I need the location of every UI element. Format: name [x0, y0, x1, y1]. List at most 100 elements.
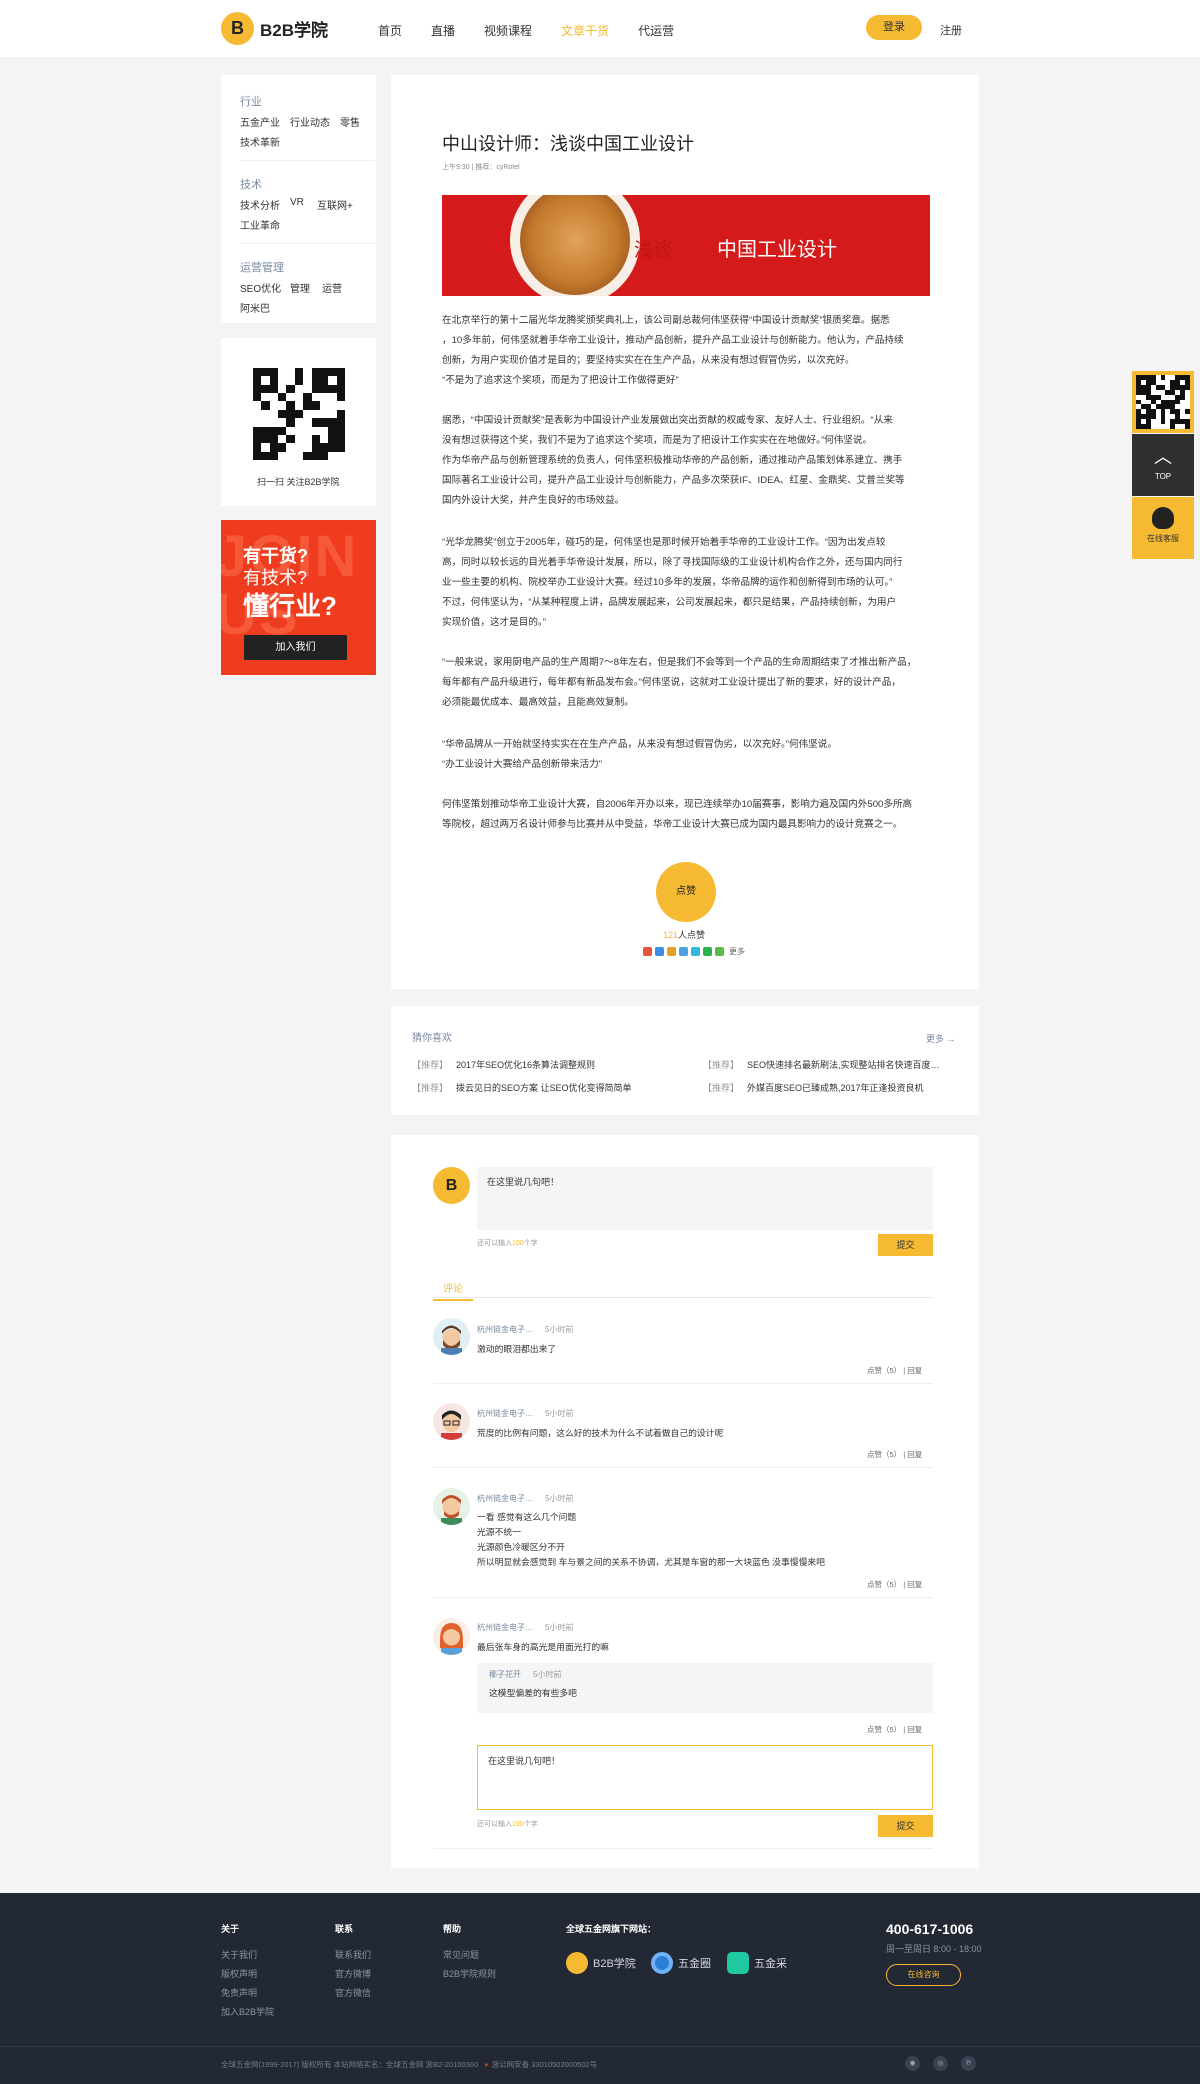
nav-video-courses[interactable]: 视频课程: [484, 22, 532, 39]
comment-author[interactable]: 杭州链金电子… 5小时前: [477, 1324, 573, 1335]
divider: [433, 1597, 933, 1598]
wechat-share-icon[interactable]: [703, 947, 712, 956]
footer-link[interactable]: B2B学院规则: [443, 1967, 496, 1980]
online-service-button[interactable]: 在线客服: [1132, 497, 1194, 559]
category-link[interactable]: 工业革命: [240, 217, 280, 232]
divider: [433, 1848, 933, 1849]
article-paragraph: 据悉，“中国设计贡献奖”是表彰为中国设计产业发展做出突出贡献的权威专家、友好人士…: [442, 415, 905, 506]
avatar-logo: B: [445, 1176, 458, 1194]
logo-text: B2B学院: [260, 21, 329, 40]
article-paragraph: “光华龙腾奖”创立于2005年，碰巧的是，何伟坚也是那时候开始着手华帝的工业设计…: [442, 537, 903, 628]
category-link[interactable]: 技术分析: [240, 197, 280, 212]
reply-input[interactable]: 在这里说几句吧！: [477, 1745, 933, 1810]
comment-actions[interactable]: 点赞（5） | 回复: [867, 1365, 922, 1376]
category-link[interactable]: VR: [290, 197, 304, 208]
category-link[interactable]: 互联网+: [317, 197, 353, 212]
like-button[interactable]: 点赞: [656, 862, 716, 922]
join-button[interactable]: 加入我们: [244, 635, 347, 660]
weibo-share-icon[interactable]: [655, 947, 664, 956]
share-bar: 更多: [643, 946, 745, 957]
footer-link[interactable]: 常见问题: [443, 1948, 479, 1961]
plus-share-icon[interactable]: [715, 947, 724, 956]
tencent-share-icon[interactable]: [667, 947, 676, 956]
footer-brand-wujincai[interactable]: 五金采: [727, 1952, 787, 1974]
footer-link[interactable]: 官方微信: [335, 1986, 371, 1999]
nav-home[interactable]: 首页: [378, 22, 402, 39]
footer-heading-help: 帮助: [443, 1924, 462, 1934]
footer-link[interactable]: 加入B2B学院: [221, 2005, 274, 2018]
site-logo[interactable]: B B2B学院: [221, 12, 328, 45]
guess-title: 猜你喜欢: [412, 1033, 452, 1044]
guess-item[interactable]: 【推荐】 外媒百度SEO已臻成熟,2017年正逢投资良机: [703, 1081, 924, 1094]
comment-actions[interactable]: 点赞（5） | 回复: [867, 1449, 922, 1460]
category-link[interactable]: 技术革新: [240, 134, 280, 149]
footer-link[interactable]: 关于我们: [221, 1948, 257, 1961]
weibo-icon[interactable]: ◎: [933, 2056, 948, 2071]
char-limit-hint: 还可以输入100个字: [477, 1821, 538, 1828]
guess-item[interactable]: 【推荐】 2017年SEO优化16条算法调整规则: [412, 1058, 595, 1071]
avatar-face-icon: [441, 1495, 462, 1525]
comment-actions[interactable]: 点赞（5） | 回复: [867, 1724, 922, 1735]
wujincai-logo-icon: [727, 1952, 749, 1974]
footer-brand-b2b[interactable]: B2B学院: [566, 1952, 636, 1974]
footer-link[interactable]: 版权声明: [221, 1967, 257, 1980]
category-link[interactable]: 零售: [340, 114, 360, 129]
avatar-face-icon: [440, 1623, 463, 1655]
logo-mark: B: [221, 12, 254, 45]
nav-live[interactable]: 直播: [431, 22, 455, 39]
share-more-link[interactable]: 更多: [729, 946, 745, 957]
douban-share-icon[interactable]: [691, 947, 700, 956]
category-link[interactable]: SEO优化: [240, 280, 281, 295]
footer-link[interactable]: 免责声明: [221, 1986, 257, 1999]
commenter-avatar: [433, 1618, 470, 1655]
service-label: 在线客服: [1147, 534, 1179, 543]
category-link[interactable]: 运营: [322, 280, 342, 295]
reply-thread: 椰子花开 5小时前 这模型偏差的有些多吧: [477, 1663, 933, 1713]
reply-author[interactable]: 椰子花开 5小时前: [489, 1669, 921, 1680]
renren-share-icon[interactable]: [679, 947, 688, 956]
footer-phone: 400-617-1006: [886, 1921, 974, 1937]
footer-link[interactable]: 联系我们: [335, 1948, 371, 1961]
commenter-avatar: [433, 1403, 470, 1440]
arrow-up-icon: ︿: [1154, 447, 1172, 467]
guess-item[interactable]: 【推荐】 SEO快速排名最新刷法,实现整站排名快速百度…: [703, 1058, 940, 1071]
article-banner: 浅谈 中国工业设计: [442, 195, 930, 296]
comment-actions[interactable]: 点赞（5） | 回复: [867, 1579, 922, 1590]
coffee-cup-image: [510, 195, 640, 296]
nav-operations[interactable]: 代运营: [638, 22, 674, 39]
qq-penguin-icon: [1152, 507, 1174, 529]
online-consult-button[interactable]: 在线咨询: [886, 1964, 961, 1986]
category-link[interactable]: 五金产业: [240, 114, 280, 129]
police-badge-icon: ●: [484, 2060, 489, 2069]
qzone-share-icon[interactable]: [643, 947, 652, 956]
category-link[interactable]: 阿米巴: [240, 300, 270, 315]
divider: [433, 1383, 933, 1384]
top-label: TOP: [1154, 472, 1172, 481]
register-link[interactable]: 注册: [940, 22, 962, 38]
comment-author[interactable]: 杭州链金电子… 5小时前: [477, 1493, 573, 1504]
category-link[interactable]: 行业动态: [290, 114, 330, 129]
guess-item[interactable]: 【推荐】 拨云见日的SEO方案 让SEO优化变得简简单: [412, 1081, 632, 1094]
category-title-industry: 行业: [240, 96, 262, 108]
nav-articles[interactable]: 文章干货: [561, 22, 609, 39]
article-paragraph: “华帝品牌从一开始就坚持实实在在生产产品，从来没有想过假冒伪劣，以次充好。”何伟…: [442, 739, 837, 770]
footer-link[interactable]: 官方微博: [335, 1967, 371, 1980]
category-link[interactable]: 管理: [290, 280, 310, 295]
comment-author[interactable]: 杭州链金电子… 5小时前: [477, 1622, 573, 1633]
footer-brand-wujinquan[interactable]: 五金圈: [651, 1952, 711, 1974]
comment-input[interactable]: 在这里说几句吧！: [477, 1167, 933, 1230]
footer-network-title: 全球五金网旗下网站：: [566, 1924, 657, 1934]
submit-comment-button[interactable]: 提交: [878, 1234, 933, 1256]
pinterest-icon[interactable]: ℗: [961, 2056, 976, 2071]
back-to-top-button[interactable]: ︿ TOP: [1132, 434, 1194, 496]
wechat-icon[interactable]: ◉: [905, 2056, 920, 2071]
join-us-banner[interactable]: JOIN US 有干货? 有技术? 懂行业? 加入我们: [221, 520, 376, 675]
join-line-3: 懂行业?: [243, 591, 337, 621]
comment-author[interactable]: 杭州链金电子… 5小时前: [477, 1408, 573, 1419]
article-paragraph: 在北京举行的第十二届光华龙腾奖颁奖典礼上，该公司副总裁何伟坚获得“中国设计贡献奖…: [442, 315, 904, 386]
b2b-logo-icon: [566, 1952, 588, 1974]
login-button[interactable]: 登录: [866, 15, 922, 40]
submit-reply-button[interactable]: 提交: [878, 1815, 933, 1837]
guess-more-link[interactable]: 更多 →: [926, 1032, 956, 1045]
commenter-avatar: [433, 1488, 470, 1525]
